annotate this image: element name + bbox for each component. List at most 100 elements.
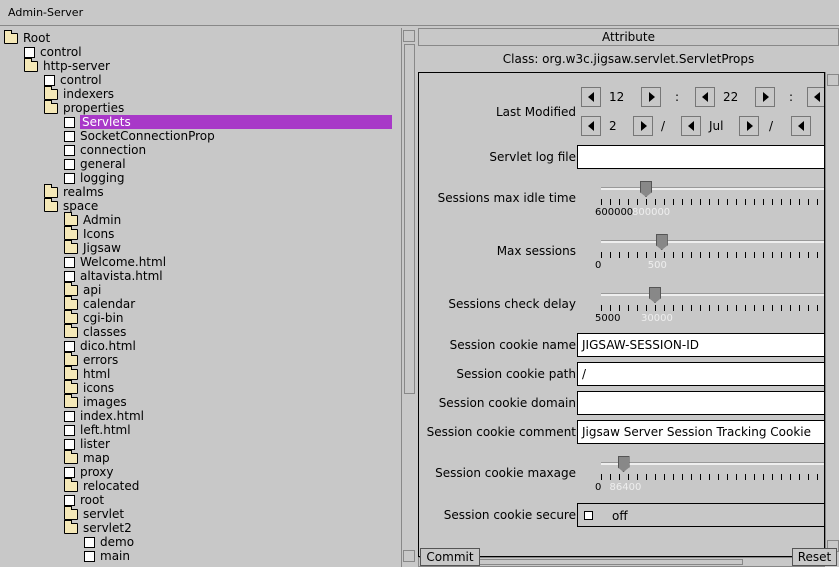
tree-item[interactable]: errors [64,352,118,367]
tree-item[interactable]: index.html [64,409,144,423]
slider-thumb[interactable] [649,287,661,303]
slider-min-label: 5000 [595,313,621,324]
date-separator: / [769,119,774,133]
tree-item-label: cgi-bin [83,311,124,325]
session-cookie-domain-input[interactable] [577,391,824,415]
tree-item-label: servlet2 [83,521,132,535]
tree-item[interactable]: left.html [64,423,131,437]
tree-item[interactable]: servlet [64,506,124,521]
tree-item[interactable]: SocketConnectionProp [64,129,215,143]
tree-item-label: properties [63,101,125,115]
folder-icon [44,100,58,114]
tree-item[interactable]: main [84,549,130,563]
tree-item[interactable]: api [64,282,101,297]
tree-item[interactable]: connection [64,143,146,157]
slider-track [601,462,824,465]
tree-item[interactable]: general [64,157,126,171]
commit-button[interactable]: Commit [420,548,480,566]
max-sessions-slider[interactable]: 0 500 [595,234,824,274]
tree-item[interactable]: root [64,493,104,507]
year-prev-button[interactable] [791,116,811,136]
tree-item[interactable]: html [64,366,110,381]
tree-item-label: index.html [80,409,144,423]
tree-item[interactable]: control [44,73,102,87]
tree-item[interactable]: control [24,45,82,59]
tree-item[interactable]: Servlets [64,115,395,129]
tree-item[interactable]: dico.html [64,339,136,353]
tree-item[interactable]: properties [44,100,125,115]
tree-item[interactable]: realms [44,184,104,199]
tree-scrollbar[interactable] [401,28,417,567]
day-prev-button[interactable] [581,116,601,136]
slider-ticks [601,199,824,205]
slider-value-label: 86400 [609,482,642,493]
tree-item[interactable]: altavista.html [64,269,163,283]
reset-button[interactable]: Reset [792,548,837,566]
session-cookie-name-label: Session cookie name [449,338,576,352]
file-icon [64,145,75,156]
scroll-thumb[interactable] [404,44,415,394]
sessions-max-idle-slider[interactable]: 600000 800000 [595,181,824,221]
tree-item[interactable]: lister [64,437,110,451]
month-next-button[interactable] [739,116,759,136]
tree-item-label: altavista.html [80,269,163,283]
file-icon [64,411,75,422]
session-cookie-comment-input[interactable]: Jigsaw Server Session Tracking Cookie [577,420,824,444]
minute-next-button[interactable] [755,87,775,107]
tree-item[interactable]: Icons [64,226,114,241]
attribute-form: Last Modified 12 : 22 : 2 / Jul / Servle… [418,72,825,557]
attribute-panel: Attribute Class: org.w3c.jigsaw.servlet.… [418,28,839,567]
scroll-up-arrow[interactable] [403,30,415,42]
tree-item[interactable]: relocated [64,478,139,493]
tree-item[interactable]: servlet2 [64,520,132,535]
tree-item[interactable]: Admin [64,212,121,227]
tree-item-label: map [83,451,110,465]
hour-next-button[interactable] [641,87,661,107]
sessions-check-delay-slider[interactable]: 5000 30000 [595,287,824,327]
hour-prev-button[interactable] [581,87,601,107]
session-cookie-secure-checkbox[interactable]: off [577,503,824,527]
tree-item[interactable]: proxy [64,465,113,479]
tree-item[interactable]: indexers [44,86,114,101]
form-scrollbar[interactable] [825,72,839,557]
servlet-log-file-input[interactable] [577,145,824,169]
tree-item[interactable]: cgi-bin [64,310,124,325]
file-icon [84,537,95,548]
session-cookie-secure-label: Session cookie secure [443,508,576,522]
tree-item[interactable]: images [64,394,127,409]
tree-item-label: root [80,493,105,507]
tree-item-label: Welcome.html [80,255,167,269]
slider-thumb[interactable] [617,456,630,472]
tree-item[interactable]: demo [84,535,134,549]
tree-item-label: space [63,199,99,213]
tree-item[interactable]: Jigsaw [64,240,121,255]
tree-item[interactable]: space [44,198,99,213]
folder-icon [24,58,38,72]
tree-item-label: images [83,395,127,409]
tree-item-label: control [60,73,102,87]
tree-item[interactable]: Welcome.html [64,255,166,269]
scroll-down-arrow[interactable] [403,550,415,562]
second-prev-button[interactable] [807,87,824,107]
session-cookie-path-input[interactable]: / [577,362,824,386]
checkbox-box[interactable] [584,511,593,520]
tree-item-label: Jigsaw [83,241,121,255]
tree-item[interactable]: logging [64,171,124,185]
tree-item[interactable]: http-server [24,58,110,73]
tree-item[interactable]: calendar [64,296,135,311]
tree-item[interactable]: map [64,450,110,465]
month-prev-button[interactable] [681,116,701,136]
file-icon [24,47,35,58]
tree-item-label: left.html [80,423,131,437]
day-next-button[interactable] [633,116,653,136]
tree-item-label: realms [63,185,104,199]
session-cookie-name-input[interactable]: JIGSAW-SESSION-ID [577,333,824,357]
tree-item[interactable]: icons [64,380,114,395]
tree-item[interactable]: classes [64,324,126,339]
scroll-up-arrow[interactable] [827,74,839,86]
session-cookie-maxage-slider[interactable]: 0 86400 [595,456,824,496]
tree-item[interactable]: Root [4,30,50,45]
slider-thumb[interactable] [655,234,668,250]
minute-prev-button[interactable] [695,87,715,107]
slider-thumb[interactable] [640,181,652,197]
